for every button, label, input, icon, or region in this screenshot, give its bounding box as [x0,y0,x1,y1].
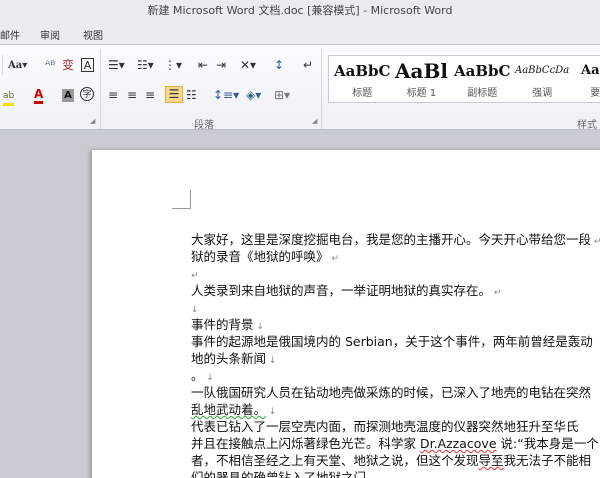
line-text: 狱的录音《地狱的呼唤》 [191,249,329,264]
styles-gallery: AaBbC标题 AaBl标题 1 AaBbC副标题 AaBbCcDa强调 AaB… [328,55,600,103]
paragraph-group-label: 段落 [194,120,214,131]
paragraph-mark-icon: ↓ [253,322,264,332]
paragraph-mark-icon: ↵ [491,288,502,298]
styles-group-label: 样式 [577,120,597,131]
tab-view[interactable]: 视图 [83,27,103,42]
increase-indent-icon[interactable]: ⇥ [216,58,226,72]
paragraph-mark-icon: ↓ [203,373,214,383]
spelling-icon[interactable]: ᴬᴮ [45,58,55,72]
paragraph-line: 们的器具的确曾钻入了地狱之门。 [191,469,600,478]
style-heading-1[interactable]: AaBl 标题 1 [395,60,448,99]
paragraph-mark-icon: ↓ [266,356,277,366]
paragraph-line: ↵ [191,265,600,282]
decrease-indent-icon[interactable]: ⇤ [198,58,208,72]
paragraph-line: 并且在接触点上闪烁著绿色光芒。科学家 Dr.Azzacove 说:“我本身是一个 [191,435,600,452]
paragraph-line: 者，不相信圣经之上有天堂、地狱之说，但这个发现导至我无法子不能相 [191,452,600,469]
line-text: 大家好，这里是深度挖掘电台，我是您的主播开心。今天开心带给您一段 [191,232,592,247]
align-left-icon[interactable]: ≡ [108,88,118,102]
document-body[interactable]: 大家好，这里是深度挖掘电台，我是您的主播开心。今天开心带给您一段 ↵ 狱的录音《地… [191,231,600,478]
align-center-icon[interactable]: ≡ [127,88,137,102]
font-color-button[interactable]: A [34,87,44,104]
ribbon-tabs: 邮件 审阅 视图 [0,24,600,44]
highlight-color-button[interactable]: ab [3,89,15,106]
line-text: 人类录到来自地狱的声音，一举证明地狱的真实存在。 [191,283,492,298]
align-right-icon[interactable]: ≡ [145,88,155,102]
chinese-layout-button[interactable]: ✕▾ [240,58,256,72]
enclose-char-icon[interactable]: 字 [80,87,94,101]
line-text: 代表已钻入了一层空壳内面，而探测地壳温度的仪器突然地狂升至华氏 [191,419,579,434]
show-marks-icon[interactable]: ↵ [303,58,313,72]
sort-icon[interactable]: ↕ [274,58,284,72]
distributed-icon[interactable]: ☷ [186,88,197,102]
paragraph-mark-icon: ↵ [328,254,339,264]
line-text: 一队俄国研究人员在钻动地壳做采炼的时候，已深入了地壳的电钻在突然 [191,385,592,400]
line-text: 地的头条新闻 [191,351,267,366]
change-case-button[interactable]: Aa▾ [8,59,27,73]
paragraph-line: 大家好，这里是深度挖掘电台，我是您的主播开心。今天开心带给您一段 ↵ [191,231,600,248]
paragraph-line: 一队俄国研究人员在钻动地壳做采炼的时候，已深入了地壳的电钻在突然 [191,384,600,401]
paragraph-line: 狱的录音《地狱的呼唤》 ↵ [191,248,600,265]
numbering-button[interactable]: ☷▾ [137,58,154,72]
line-spacing-button[interactable]: ↕≡▾ [213,88,239,102]
paragraph-dialog-launcher[interactable]: ◢ [312,117,317,125]
style-title[interactable]: AaBbC 标题 [334,60,390,99]
paragraph-mark-icon: ↓ [191,305,199,315]
margin-corner-mark [172,190,191,209]
paragraph-line: ↓ [191,299,600,316]
paragraph-line: 事件的背景 ↓ [191,316,600,333]
paragraph-line: 。 ↓ [191,367,600,384]
style-strong[interactable]: AaBb要点 [581,60,600,99]
paragraph-line: 事件的起源地是俄国境内的 Serbian，关于这个事件，两年前曾经是轰动 [191,333,600,350]
line-text: 事件的背景 [191,317,254,332]
style-emphasis[interactable]: AaBbCcDa 强调 [515,60,569,99]
paragraph-mark-icon: ↓ [266,407,277,417]
line-text: 们的器具的确曾钻入了地狱之门。 [191,470,379,478]
paragraph-line: 地的头条新闻 ↓ [191,350,600,367]
paragraph-mark-icon: ↵ [593,237,600,247]
font-dialog-launcher[interactable]: ◢ [90,117,95,125]
paragraph-mark-icon: ↵ [191,271,199,281]
line-text: 。 [191,368,204,383]
ribbon: Aa▾ ᴬᴮ 变 A ab A A 字 ◢ ☰▾ ☷▾ ⋮▾ ⇤ ⇥ ✕▾ ↕ … [0,44,600,131]
multilevel-list-button[interactable]: ⋮▾ [164,58,182,72]
borders-button[interactable]: ⊞▾ [274,88,290,102]
phonetic-guide-icon[interactable]: 变 [62,58,74,72]
paragraph-line: 代表已钻入了一层空壳内面，而探测地壳温度的仪器突然地狂升至华氏 [191,418,600,435]
tab-mailings[interactable]: 邮件 [0,27,20,42]
paragraph-line: 人类录到来自地狱的声音，一举证明地狱的真实存在。 ↵ [191,282,600,299]
tab-review[interactable]: 审阅 [40,27,60,42]
line-text: 者，不相信圣经之上有天堂、地狱之说，但这个发现导至我无法子不能相 [191,453,592,468]
bullets-button[interactable]: ☰▾ [108,58,125,72]
line-text: 事件的起源地是俄国境内的 Serbian，关于这个事件，两年前曾经是轰动 [191,334,593,349]
window-title: 新建 Microsoft Word 文档.doc [兼容模式] - Micros… [0,0,600,24]
line-text: 乱地武动着。 [191,402,267,417]
style-subtitle[interactable]: AaBbC 副标题 [454,60,510,99]
paragraph-line: 乱地武动着。 ↓ [191,401,600,418]
shading-button[interactable]: ◈▾ [246,88,261,102]
char-border-icon[interactable]: A [81,58,94,72]
char-shading-icon[interactable]: A [62,89,74,102]
justify-button[interactable]: ☰ [165,86,183,103]
line-text: 并且在接触点上闪烁著绿色光芒。科学家 Dr.Azzacove 说:“我本身是一个 [191,436,599,451]
